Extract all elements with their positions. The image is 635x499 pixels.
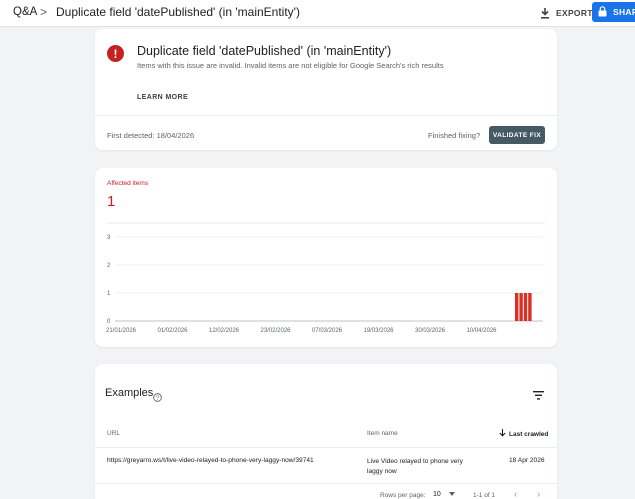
examples-title: Examples xyxy=(105,387,154,399)
divider xyxy=(95,115,557,116)
download-icon xyxy=(540,7,550,19)
share-button[interactable]: SHARE xyxy=(592,2,635,22)
column-header-url: URL xyxy=(107,430,121,437)
chart-bar xyxy=(528,293,532,321)
x-tick-label: 01/02/2026 xyxy=(157,328,188,334)
x-tick-label: 12/02/2026 xyxy=(209,328,240,334)
x-tick-label: 10/04/2026 xyxy=(466,328,497,334)
finished-fixing-label: Finished fixing? xyxy=(428,131,481,140)
first-detected-date: First detected: 18/04/2026 xyxy=(107,131,195,140)
affected-items-card: Affected items 1 3 2 1 0 21/01/2026 01/02/202… xyxy=(95,168,557,347)
issue-card: ! Duplicate field 'datePublished' (in 'm… xyxy=(95,29,557,150)
y-tick-label: 0 xyxy=(107,319,111,325)
column-header-last-crawled[interactable]: Last crawled xyxy=(499,429,548,439)
rows-per-page-select[interactable]: 10 xyxy=(433,491,455,498)
error-icon: ! xyxy=(107,45,124,62)
x-tick-label: 30/03/2026 xyxy=(415,328,446,334)
y-tick-label: 2 xyxy=(107,263,111,269)
last-crawled-label: Last crawled xyxy=(509,430,549,438)
y-tick-label: 3 xyxy=(107,235,111,241)
caret-down-icon xyxy=(448,491,455,498)
rows-per-page-label: Rows per page: xyxy=(380,492,426,499)
y-tick-label: 1 xyxy=(107,291,111,297)
validate-fix-button[interactable]: VALIDATE FIX xyxy=(489,126,545,144)
export-button[interactable]: EXPORT xyxy=(540,5,593,21)
divider xyxy=(95,483,557,484)
affected-items-chart: 3 2 1 0 21/01/2026 01/02/2026 12/02/2026 23/02/… xyxy=(106,222,545,334)
help-icon[interactable]: ? xyxy=(153,389,162,407)
top-bar: Q&A > Duplicate field 'datePublished' (i… xyxy=(0,0,635,27)
column-header-item-name: Item name xyxy=(367,430,398,437)
chart-bar xyxy=(523,293,528,321)
x-tick-label: 21/01/2026 xyxy=(106,328,137,334)
chevron-right-icon[interactable]: › xyxy=(537,489,540,499)
filter-icon[interactable] xyxy=(533,387,544,405)
share-label: SHARE xyxy=(613,7,635,17)
chart-bar xyxy=(519,293,523,321)
learn-more-link[interactable]: LEARN MORE xyxy=(137,94,188,101)
x-tick-label: 23/02/2026 xyxy=(260,328,291,334)
chart-bar xyxy=(515,293,519,321)
issue-title: Duplicate field 'datePublished' (in 'mai… xyxy=(137,44,392,58)
table-row-item-name: Live Video relayed to phone very laggy n… xyxy=(367,458,463,475)
x-tick-label: 19/03/2026 xyxy=(363,328,394,334)
table-row-last-crawled: 18 Apr 2026 xyxy=(509,457,545,464)
breadcrumb-root[interactable]: Q&A xyxy=(13,6,37,18)
export-label: EXPORT xyxy=(556,8,593,18)
pagination-range: 1-1 of 1 xyxy=(473,492,496,499)
chevron-left-icon[interactable]: ‹ xyxy=(514,489,517,499)
issue-description: Items with this issue are invalid. Inval… xyxy=(137,61,444,70)
page-title: Duplicate field 'datePublished' (in 'mai… xyxy=(56,5,300,19)
x-tick-label: 07/03/2026 xyxy=(312,328,343,334)
table-row-url[interactable]: https://greyarro.ws/t/live-video-relayed… xyxy=(107,457,314,464)
lock-icon xyxy=(598,5,607,19)
sort-arrow-down-icon xyxy=(499,429,506,439)
breadcrumb-separator: > xyxy=(40,5,48,19)
divider xyxy=(95,447,557,448)
examples-card: Examples ? URL Item name Last crawled ht… xyxy=(95,364,557,499)
rows-per-page-value: 10 xyxy=(433,491,441,498)
